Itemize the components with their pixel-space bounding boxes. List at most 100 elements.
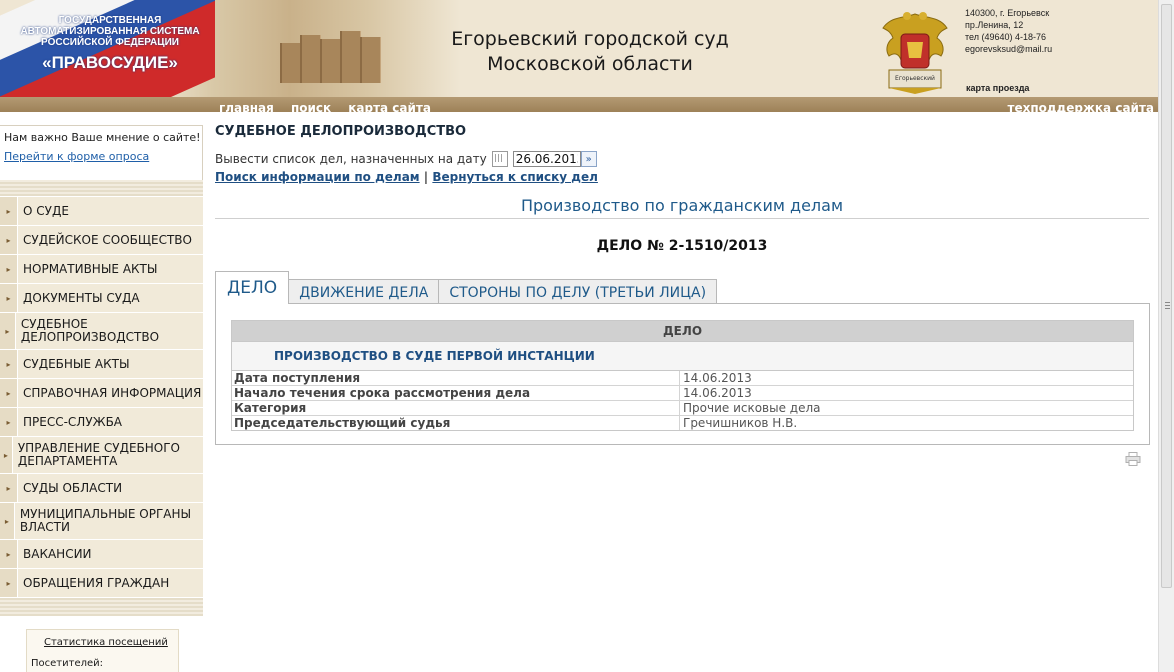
sidebar-item-label: СУДЕЙСКОЕ СООБЩЕСТВО xyxy=(23,232,192,247)
menu-arrow-icon: ▸ xyxy=(0,569,18,597)
menu-arrow-icon: ▸ xyxy=(0,379,18,407)
tab-case[interactable]: ДЕЛО xyxy=(215,271,290,304)
menu-arrow-icon: ▸ xyxy=(0,226,18,254)
emblem-caption: Егорьевский xyxy=(895,75,935,82)
sidebar-item-court-documents[interactable]: ▸ ДОКУМЕНТЫ СУДА xyxy=(0,284,203,313)
visit-stats-link[interactable]: Статистика посещений xyxy=(44,637,168,648)
table-row: Председательствующий судья Гречишников Н… xyxy=(232,416,1133,430)
sidebar-item-vacancies[interactable]: ▸ ВАКАНСИИ xyxy=(0,540,203,569)
case-panel: ДЕЛО ПРОИЗВОДСТВО В СУДЕ ПЕРВОЙ ИНСТАНЦИ… xyxy=(215,303,1150,445)
menu-arrow-icon: ▸ xyxy=(0,255,18,283)
print-icon[interactable] xyxy=(1125,452,1141,466)
gas-pravosudie-logo[interactable]: «ПРАВОСУДИЕ» xyxy=(10,53,210,73)
date-filter-row: Вывести список дел, назначенных на дату … xyxy=(215,151,597,167)
poll-box: Нам важно Ваше мнение о сайте! Перейти к… xyxy=(0,125,203,181)
sidebar-item-label: ПРЕСС-СЛУЖБА xyxy=(23,414,123,429)
sidebar-item-label: НОРМАТИВНЫЕ АКТЫ xyxy=(23,261,158,276)
menu-arrow-icon: ▸ xyxy=(0,350,18,378)
date-filter-label: Вывести список дел, назначенных на дату xyxy=(215,152,487,166)
contact-address-line: 140300, г. Егорьевск xyxy=(965,8,1050,18)
visitors-label: Посетителей: xyxy=(31,658,104,669)
main-content: СУДЕБНОЕ ДЕЛОПРОИЗВОДСТВО Вывести список… xyxy=(215,112,1150,672)
menu-arrow-icon: ▸ xyxy=(0,503,15,539)
nav-sitemap-link[interactable]: карта сайта xyxy=(348,101,431,112)
court-name: Егорьевский городской суд xyxy=(451,28,729,50)
menu-arrow-icon: ▸ xyxy=(0,284,18,312)
menu-arrow-icon: ▸ xyxy=(0,408,18,436)
calendar-icon[interactable] xyxy=(491,151,508,167)
book-decoration xyxy=(320,39,341,83)
poll-text: Нам важно Ваше мнение о сайте! xyxy=(4,131,201,144)
sidebar-item-judicial-department[interactable]: ▸ УПРАВЛЕНИЕ СУДЕБНОГО ДЕПАРТАМЕНТА xyxy=(0,437,203,474)
visit-stats-box: Статистика посещений Посетителей: xyxy=(26,629,179,672)
sidebar-item-label: ВАКАНСИИ xyxy=(23,546,92,561)
table-row: Дата поступления 14.06.2013 xyxy=(232,371,1133,386)
poll-link[interactable]: Перейти к форме опроса xyxy=(4,150,149,163)
sidebar-item-label: ОБРАЩЕНИЯ ГРАЖДАН xyxy=(23,575,170,590)
sidebar-item-label: МУНИЦИПАЛЬНЫЕ ОРГАНЫ ВЛАСТИ xyxy=(19,507,192,534)
table-row: Начало течения срока рассмотрения дела 1… xyxy=(232,386,1133,401)
sidebar-item-citizen-appeals[interactable]: ▸ ОБРАЩЕНИЯ ГРАЖДАН xyxy=(0,569,203,598)
go-arrow-icon[interactable]: » xyxy=(580,151,597,167)
nav-support-link[interactable]: техподдержка сайта xyxy=(1007,101,1154,112)
production-title: Производство по гражданским делам xyxy=(215,196,1149,219)
menu-arrow-icon: ▸ xyxy=(0,197,18,225)
row-value: Гречишников Н.В. xyxy=(683,416,798,430)
sidebar-item-label: О СУДЕ xyxy=(23,203,69,218)
gas-line-3: РОССИЙСКОЙ ФЕДЕРАЦИИ xyxy=(41,37,179,48)
contact-email[interactable]: egorevsksud@mail.ru xyxy=(965,43,1052,55)
top-nav-right: техподдержка сайта xyxy=(1007,97,1154,112)
sidebar-item-label: УПРАВЛЕНИЕ СУДЕБНОГО ДЕПАРТАМЕНТА xyxy=(17,441,180,468)
top-nav: главная поиск карта сайта xyxy=(219,97,443,112)
menu-arrow-icon: ▸ xyxy=(0,474,18,502)
sidebar-item-regional-courts[interactable]: ▸ СУДЫ ОБЛАСТИ xyxy=(0,474,203,503)
row-value: 14.06.2013 xyxy=(683,371,752,385)
row-key: Начало течения срока рассмотрения дела xyxy=(232,386,680,400)
top-nav-bar: главная поиск карта сайта техподдержка с… xyxy=(0,97,1158,112)
sidebar-item-about[interactable]: ▸ О СУДЕ xyxy=(0,197,203,226)
court-title: Егорьевский городской суд Московской обл… xyxy=(380,27,800,77)
menu-arrow-icon: ▸ xyxy=(0,437,13,473)
menu-arrow-icon: ▸ xyxy=(0,313,16,349)
sidebar-divider xyxy=(0,180,203,196)
case-links-row: Поиск информации по делам | Вернуться к … xyxy=(215,170,598,184)
sidebar-item-press-service[interactable]: ▸ ПРЕСС-СЛУЖБА xyxy=(0,408,203,437)
sidebar-menu: ▸ О СУДЕ ▸ СУДЕЙСКОЕ СООБЩЕСТВО ▸ НОРМАТИВН… xyxy=(0,197,203,598)
directions-map-link[interactable]: карта проезда xyxy=(966,83,1029,93)
nav-home-link[interactable]: главная xyxy=(219,101,274,112)
book-decoration xyxy=(340,31,361,83)
date-input[interactable] xyxy=(512,151,581,167)
contact-phone: тел (49640) 4-18-76 xyxy=(965,32,1047,42)
links-separator: | xyxy=(423,170,429,184)
vertical-scrollbar[interactable] xyxy=(1158,0,1174,672)
sidebar-divider xyxy=(0,598,203,616)
coat-of-arms-emblem: Егорьевский xyxy=(882,12,948,94)
contact-address-line: пр.Ленина, 12 xyxy=(965,20,1024,30)
sidebar-item-judicial-community[interactable]: ▸ СУДЕЙСКОЕ СООБЩЕСТВО xyxy=(0,226,203,255)
case-number: ДЕЛО № 2-1510/2013 xyxy=(596,238,768,254)
sidebar-item-label: СПРАВОЧНАЯ ИНФОРМАЦИЯ xyxy=(23,385,202,400)
scrollbar-grip xyxy=(1165,301,1170,309)
menu-arrow-icon: ▸ xyxy=(0,540,18,568)
sidebar-item-label: СУДЕБНЫЕ АКТЫ xyxy=(23,356,130,371)
scrollbar-thumb[interactable] xyxy=(1161,4,1172,588)
sidebar-item-judicial-acts[interactable]: ▸ СУДЕБНЫЕ АКТЫ xyxy=(0,350,203,379)
back-to-list-link[interactable]: Вернуться к списку дел xyxy=(432,170,598,184)
tab-case-movement[interactable]: ДВИЖЕНИЕ ДЕЛА xyxy=(288,279,440,304)
row-key: Председательствующий судья xyxy=(232,416,680,430)
case-details-table: ДЕЛО ПРОИЗВОДСТВО В СУДЕ ПЕРВОЙ ИНСТАНЦИ… xyxy=(231,320,1134,431)
gas-line-1: ГОСУДАРСТВЕННАЯ xyxy=(58,15,162,26)
gas-line-2: АВТОМАТИЗИРОВАННАЯ СИСТЕМА xyxy=(20,26,200,37)
nav-search-link[interactable]: поиск xyxy=(291,101,331,112)
sidebar-item-label: СУДЕБНОЕ ДЕЛОПРОИЗВОДСТВО xyxy=(20,317,160,344)
row-value: 14.06.2013 xyxy=(683,386,752,400)
gas-system-title: ГОСУДАРСТВЕННАЯ АВТОМАТИЗИРОВАННАЯ СИСТЕ… xyxy=(10,15,210,48)
sidebar-item-case-proceedings[interactable]: ▸ СУДЕБНОЕ ДЕЛОПРОИЗВОДСТВО xyxy=(0,313,203,350)
row-key: Дата поступления xyxy=(232,371,680,385)
tab-case-parties[interactable]: СТОРОНЫ ПО ДЕЛУ (ТРЕТЬИ ЛИЦА) xyxy=(438,279,718,304)
case-search-link[interactable]: Поиск информации по делам xyxy=(215,170,420,184)
sidebar-item-municipal-authorities[interactable]: ▸ МУНИЦИПАЛЬНЫЕ ОРГАНЫ ВЛАСТИ xyxy=(0,503,203,540)
sidebar-item-normative-acts[interactable]: ▸ НОРМАТИВНЫЕ АКТЫ xyxy=(0,255,203,284)
row-key: Категория xyxy=(232,401,680,415)
sidebar-item-reference-info[interactable]: ▸ СПРАВОЧНАЯ ИНФОРМАЦИЯ xyxy=(0,379,203,408)
